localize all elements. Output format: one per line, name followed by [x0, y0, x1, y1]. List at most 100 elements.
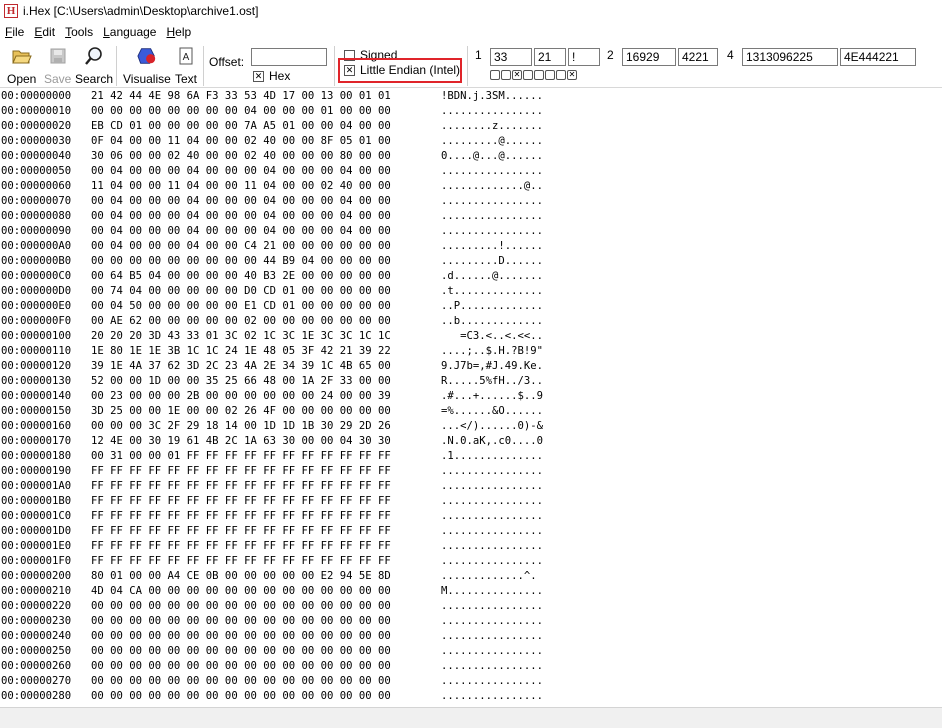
row-ascii[interactable]: ........z....... [441, 119, 543, 134]
row-bytes[interactable]: FF FF FF FF FF FF FF FF FF FF FF FF FF F… [91, 464, 391, 479]
row-bytes[interactable]: 30 06 00 00 02 40 00 00 02 40 00 00 00 8… [91, 149, 391, 164]
row-bytes[interactable]: 00 04 00 00 00 04 00 00 00 04 00 00 00 0… [91, 224, 391, 239]
row-bytes[interactable]: 21 42 44 4E 98 6A F3 33 53 4D 17 00 13 0… [91, 89, 391, 104]
row-bytes[interactable]: 52 00 00 1D 00 00 35 25 66 48 00 1A 2F 3… [91, 374, 391, 389]
row-ascii[interactable]: ...</)......0)-& [441, 419, 543, 434]
row-ascii[interactable]: ................ [441, 224, 543, 239]
row-ascii[interactable]: ................ [441, 599, 543, 614]
hex-view[interactable]: 00:00000000 21 42 44 4E 98 6A F3 33 53 4D… [0, 89, 942, 707]
visualise-button[interactable]: Visualise [123, 46, 171, 86]
row-ascii[interactable]: !BDN.j.3SM...... [441, 89, 543, 104]
menu-tools[interactable]: Tools [60, 25, 98, 39]
row-ascii[interactable]: =C3.<..<.<<.. [441, 329, 543, 344]
menu-help[interactable]: Help [161, 25, 196, 39]
row-bytes[interactable]: 00 74 04 00 00 00 00 00 D0 CD 01 00 00 0… [91, 284, 391, 299]
row-bytes[interactable]: 00 00 00 00 00 00 00 00 00 00 00 00 00 0… [91, 689, 391, 704]
row-bytes[interactable]: FF FF FF FF FF FF FF FF FF FF FF FF FF F… [91, 479, 391, 494]
row-ascii[interactable]: .........!...... [441, 239, 543, 254]
bit-checkbox[interactable] [490, 70, 500, 80]
row-bytes[interactable]: 80 01 00 00 A4 CE 0B 00 00 00 00 00 E2 9… [91, 569, 391, 584]
row-bytes[interactable]: EB CD 01 00 00 00 00 00 7A A5 01 00 00 0… [91, 119, 391, 134]
row-ascii[interactable]: ................ [441, 509, 543, 524]
row-bytes[interactable]: 00 04 50 00 00 00 00 00 E1 CD 01 00 00 0… [91, 299, 391, 314]
row-bytes[interactable]: FF FF FF FF FF FF FF FF FF FF FF FF FF F… [91, 524, 391, 539]
dword-value-decimal[interactable]: 1313096225 [742, 48, 838, 66]
row-bytes[interactable]: 00 00 00 00 00 00 00 00 04 00 00 00 01 0… [91, 104, 391, 119]
bit-checkbox[interactable] [534, 70, 544, 80]
row-bytes[interactable]: 00 00 00 00 00 00 00 00 00 00 00 00 00 0… [91, 644, 391, 659]
row-ascii[interactable]: ................ [441, 104, 543, 119]
bit-checkbox[interactable]: ✕ [512, 70, 522, 80]
dword-value-hex[interactable]: 4E444221 [840, 48, 916, 66]
menu-file[interactable]: File [0, 25, 29, 39]
row-ascii[interactable]: ................ [441, 194, 543, 209]
row-ascii[interactable]: 9.J7b=,#J.49.Ke. [441, 359, 543, 374]
row-bytes[interactable]: 12 4E 00 30 19 61 4B 2C 1A 63 30 00 00 0… [91, 434, 391, 449]
row-ascii[interactable]: .N.0.aK,.c0....0 [441, 434, 543, 449]
row-ascii[interactable]: ..b............. [441, 314, 543, 329]
row-ascii[interactable]: ................ [441, 479, 543, 494]
row-ascii[interactable]: .........@...... [441, 134, 543, 149]
row-bytes[interactable]: 00 00 00 00 00 00 00 00 00 44 B9 04 00 0… [91, 254, 391, 269]
row-ascii[interactable]: ................ [441, 494, 543, 509]
row-ascii[interactable]: ................ [441, 164, 543, 179]
row-bytes[interactable]: 11 04 00 00 11 04 00 00 11 04 00 00 02 4… [91, 179, 391, 194]
row-ascii[interactable]: ................ [441, 659, 543, 674]
row-bytes[interactable]: 00 AE 62 00 00 00 00 00 02 00 00 00 00 0… [91, 314, 391, 329]
row-ascii[interactable]: ................ [441, 674, 543, 689]
row-bytes[interactable]: 00 00 00 00 00 00 00 00 00 00 00 00 00 0… [91, 674, 391, 689]
row-bytes[interactable]: 00 00 00 00 00 00 00 00 00 00 00 00 00 0… [91, 599, 391, 614]
row-bytes[interactable]: 00 00 00 00 00 00 00 00 00 00 00 00 00 0… [91, 614, 391, 629]
byte-value-decimal[interactable]: 33 [490, 48, 532, 66]
bit-checkbox[interactable] [523, 70, 533, 80]
bit-checkbox[interactable]: ✕ [567, 70, 577, 80]
row-bytes[interactable]: 00 04 00 00 00 04 00 00 00 04 00 00 00 0… [91, 164, 391, 179]
row-ascii[interactable]: ................ [441, 209, 543, 224]
row-ascii[interactable]: .........D...... [441, 254, 543, 269]
word-value-hex[interactable]: 4221 [678, 48, 718, 66]
offset-input[interactable] [251, 48, 327, 66]
search-button[interactable]: Search [75, 46, 113, 86]
row-ascii[interactable]: .t.............. [441, 284, 543, 299]
row-bytes[interactable]: 00 00 00 00 00 00 00 00 00 00 00 00 00 0… [91, 659, 391, 674]
menu-language[interactable]: Language [98, 25, 161, 39]
row-bytes[interactable]: 00 00 00 00 00 00 00 00 00 00 00 00 00 0… [91, 629, 391, 644]
row-ascii[interactable]: ..P............. [441, 299, 543, 314]
row-bytes[interactable]: FF FF FF FF FF FF FF FF FF FF FF FF FF F… [91, 509, 391, 524]
row-bytes[interactable]: FF FF FF FF FF FF FF FF FF FF FF FF FF F… [91, 494, 391, 509]
row-ascii[interactable]: .#...+......$..9 [441, 389, 543, 404]
row-ascii[interactable]: M............... [441, 584, 543, 599]
bit-checkbox[interactable] [545, 70, 555, 80]
row-ascii[interactable]: ....;..$.H.?B!9" [441, 344, 543, 359]
word-value-decimal[interactable]: 16929 [622, 48, 676, 66]
row-ascii[interactable]: =%......&O...... [441, 404, 543, 419]
row-bytes[interactable]: FF FF FF FF FF FF FF FF FF FF FF FF FF F… [91, 539, 391, 554]
byte-value-char[interactable]: ! [568, 48, 600, 66]
row-bytes[interactable]: 39 1E 4A 37 62 3D 2C 23 4A 2E 34 39 1C 4… [91, 359, 391, 374]
row-ascii[interactable]: R.....5%fH../3.. [441, 374, 543, 389]
row-ascii[interactable]: ................ [441, 524, 543, 539]
text-button[interactable]: A Text [175, 46, 197, 86]
bit-checkbox[interactable] [501, 70, 511, 80]
row-ascii[interactable]: ................ [441, 554, 543, 569]
bit-checkbox[interactable] [556, 70, 566, 80]
row-bytes[interactable]: 00 04 00 00 00 04 00 00 C4 21 00 00 00 0… [91, 239, 391, 254]
row-bytes[interactable]: 4D 04 CA 00 00 00 00 00 00 00 00 00 00 0… [91, 584, 391, 599]
row-ascii[interactable]: .............@.. [441, 179, 543, 194]
hex-checkbox[interactable]: ✕ Hex [253, 69, 290, 83]
row-ascii[interactable]: ................ [441, 539, 543, 554]
row-ascii[interactable]: .............^. [441, 569, 537, 584]
row-bytes[interactable]: 00 23 00 00 00 2B 00 00 00 00 00 00 24 0… [91, 389, 391, 404]
row-bytes[interactable]: 00 31 00 00 01 FF FF FF FF FF FF FF FF F… [91, 449, 391, 464]
row-ascii[interactable]: .d......@....... [441, 269, 543, 284]
row-ascii[interactable]: ................ [441, 629, 543, 644]
row-bytes[interactable]: 00 64 B5 04 00 00 00 00 40 B3 2E 00 00 0… [91, 269, 391, 284]
row-bytes[interactable]: FF FF FF FF FF FF FF FF FF FF FF FF FF F… [91, 554, 391, 569]
row-ascii[interactable]: .1.............. [441, 449, 543, 464]
save-button[interactable]: Save [44, 46, 71, 86]
row-bytes[interactable]: 0F 04 00 00 11 04 00 00 02 40 00 00 8F 0… [91, 134, 391, 149]
byte-value-hex[interactable]: 21 [534, 48, 566, 66]
row-ascii[interactable]: ................ [441, 614, 543, 629]
row-ascii[interactable]: ................ [441, 689, 543, 704]
row-bytes[interactable]: 20 20 20 3D 43 33 01 3C 02 1C 3C 1E 3C 3… [91, 329, 391, 344]
